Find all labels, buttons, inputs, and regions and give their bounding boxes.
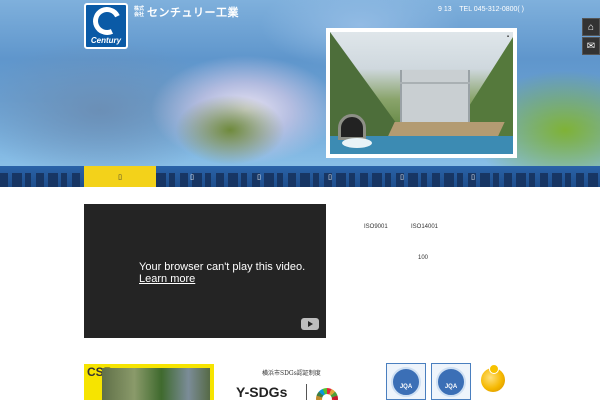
hero-photo-frame: ▪ xyxy=(326,28,517,158)
nav-item-5[interactable]: ▯ xyxy=(366,166,438,187)
video-learn-more-link[interactable]: Learn more xyxy=(139,273,305,285)
nav-item-3[interactable]: ▯ xyxy=(223,166,295,187)
header-contact-info: 9 13 TEL 045-312-0800( ) xyxy=(438,6,524,13)
photo-dam-line xyxy=(400,82,470,84)
csr-banner[interactable]: CSR xyxy=(84,364,214,400)
jqa-badge-icon: JQA xyxy=(436,367,466,397)
home-icon[interactable]: ⌂ xyxy=(582,18,600,36)
photo-mark: ▪ xyxy=(506,34,509,40)
photo-tunnel xyxy=(338,114,366,140)
video-error-message: Your browser can't play this video. Lear… xyxy=(139,261,305,285)
header-info-prefix: 9 13 xyxy=(438,6,452,13)
sdgs-divider xyxy=(306,384,307,400)
youtube-logo-icon[interactable] xyxy=(301,318,319,330)
nav-item-6[interactable]: ▯ xyxy=(437,166,509,187)
embedded-video-player[interactable]: Your browser can't play this video. Lear… xyxy=(84,204,326,338)
company-name: センチュリー工業 xyxy=(147,7,239,19)
gold-award-badge[interactable] xyxy=(477,364,511,398)
jqa-label: JQA xyxy=(444,384,458,390)
certification-count: 100 xyxy=(418,255,429,261)
dam-construction-photo: ▪ xyxy=(330,32,513,154)
sdg-wheel-icon xyxy=(316,388,338,400)
side-floating-buttons: ⌂ ✉ xyxy=(582,18,600,56)
company-prefix: 株式会社 xyxy=(134,6,145,18)
jqa-certification-badge-1[interactable]: JQA xyxy=(386,363,426,400)
company-name-block: 株式会社 センチュリー工業 xyxy=(134,4,239,20)
ysdgs-logo-text[interactable]: Y-SDGs xyxy=(236,384,287,400)
csr-banner-text: CSR xyxy=(87,365,113,379)
hero-leaf-blur xyxy=(175,95,285,165)
header-tel[interactable]: TEL 045-312-0800( ) xyxy=(459,6,524,13)
csr-banner-photo xyxy=(102,368,210,400)
mail-icon[interactable]: ✉ xyxy=(582,37,600,55)
jqa-badge-icon: JQA xyxy=(391,367,421,397)
sdgs-caption: 横浜市SDGs認証制度 xyxy=(262,370,321,377)
photo-dam xyxy=(400,70,470,125)
video-error-text: Your browser can't play this video. xyxy=(139,261,306,273)
iso14001-label: ISO14001 xyxy=(411,224,439,230)
nav-item-1[interactable]: ▯ xyxy=(84,166,156,187)
jqa-label: JQA xyxy=(399,384,413,390)
gold-award-dot-icon xyxy=(489,364,499,374)
jqa-certification-badge-2[interactable]: JQA xyxy=(431,363,471,400)
logo-word: Century xyxy=(90,36,122,45)
century-logo[interactable]: Century xyxy=(84,3,128,49)
photo-water-splash xyxy=(342,138,372,148)
nav-item-4[interactable]: ▯ xyxy=(294,166,366,187)
logo-c-mark xyxy=(89,3,125,39)
iso9001-label: ISO9001 xyxy=(364,224,388,230)
nav-item-2[interactable]: ▯ xyxy=(156,166,228,187)
